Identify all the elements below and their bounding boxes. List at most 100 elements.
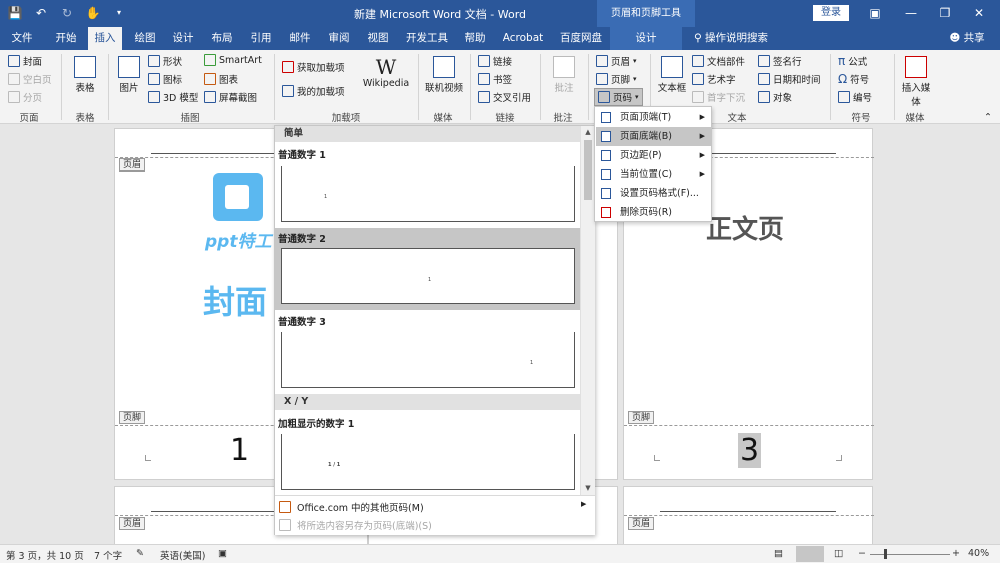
- tell-me-search[interactable]: ⚲ 操作说明搜索: [694, 27, 784, 50]
- tab-hf-design[interactable]: 设计: [610, 27, 682, 50]
- signature-line-button[interactable]: 签名行: [758, 54, 802, 68]
- tab-references[interactable]: 引用: [244, 27, 278, 50]
- word-count-status[interactable]: 7 个字: [94, 548, 122, 562]
- chevron-right-icon: ▶: [581, 500, 587, 508]
- tab-insert[interactable]: 插入: [88, 27, 122, 50]
- gallery-scrollbar[interactable]: ▲ ▼: [580, 126, 595, 495]
- undo-icon[interactable]: ↶: [32, 4, 50, 22]
- tab-file[interactable]: 文件: [4, 27, 40, 50]
- gallery-item-bold-number-1[interactable]: 1 / 1: [281, 434, 575, 490]
- macro-record-icon[interactable]: ▣: [218, 548, 227, 559]
- tab-acrobat[interactable]: Acrobat: [498, 27, 548, 50]
- menu-item-label: 页边距(P): [620, 150, 662, 161]
- tab-mailings[interactable]: 邮件: [283, 27, 317, 50]
- more-page-numbers-office-com[interactable]: Office.com 中的其他页码(M): [279, 500, 424, 514]
- textbox-button[interactable]: 文本框: [654, 56, 690, 94]
- share-button[interactable]: ☻ 共享: [944, 27, 990, 50]
- zoom-out-icon[interactable]: −: [858, 548, 866, 559]
- web-layout-icon[interactable]: ◫: [834, 548, 843, 559]
- comment-button[interactable]: 批注: [546, 56, 582, 94]
- tab-home[interactable]: 开始: [48, 27, 84, 50]
- number-button[interactable]: 编号: [838, 90, 872, 104]
- menu-item-format-page-numbers[interactable]: 设置页码格式(F)...: [596, 184, 711, 203]
- screenshot-icon: [204, 91, 216, 103]
- 3d-model-button[interactable]: 3D 模型: [148, 90, 198, 104]
- save-selection-as-page-number[interactable]: 将所选内容另存为页码(底端)(S): [279, 518, 432, 532]
- gallery-item-plain-number-3[interactable]: 1: [281, 332, 575, 388]
- touch-mode-icon[interactable]: ✋: [84, 4, 102, 22]
- drop-cap-button[interactable]: 首字下沉: [692, 90, 745, 104]
- menu-item-remove-page-numbers[interactable]: 删除页码(R): [596, 203, 711, 222]
- tab-view[interactable]: 视图: [361, 27, 395, 50]
- quick-parts-label: 文档部件: [707, 57, 746, 68]
- group-separator: [108, 54, 109, 120]
- footer-boundary: [624, 425, 874, 426]
- page-next-right[interactable]: 页眉: [623, 486, 874, 544]
- equation-button[interactable]: π 公式: [838, 54, 867, 68]
- gallery-item-name: 加粗显示的数字 1: [278, 419, 355, 430]
- collapse-ribbon-icon[interactable]: ⌃: [984, 112, 992, 123]
- zoom-slider[interactable]: [870, 554, 950, 555]
- tab-baidu[interactable]: 百度网盘: [556, 27, 606, 50]
- print-layout-icon[interactable]: [796, 546, 824, 562]
- cover-page-button[interactable]: 封面: [8, 54, 42, 68]
- header-button[interactable]: 页眉 ▾: [596, 54, 637, 68]
- zoom-in-icon[interactable]: +: [952, 548, 960, 559]
- restore-icon[interactable]: ❐: [930, 3, 960, 23]
- menu-item-page-margins[interactable]: 页边距(P) ▶: [596, 146, 711, 165]
- gallery-item-plain-number-2[interactable]: 1: [281, 248, 575, 304]
- wordart-button[interactable]: 艺术字: [692, 72, 736, 86]
- tab-help[interactable]: 帮助: [457, 27, 493, 50]
- customize-qat-icon[interactable]: ▾: [110, 4, 128, 22]
- online-video-button[interactable]: 联机视频: [423, 56, 465, 94]
- bookmark-button[interactable]: 书签: [478, 72, 512, 86]
- quick-parts-button[interactable]: 文档部件: [692, 54, 745, 68]
- scroll-thumb[interactable]: [584, 140, 592, 200]
- insert-media-button[interactable]: 插入媒体: [898, 56, 934, 108]
- scroll-down-icon[interactable]: ▼: [581, 482, 595, 494]
- tab-layout[interactable]: 布局: [205, 27, 239, 50]
- shapes-button[interactable]: 形状: [148, 54, 182, 68]
- menu-item-bottom-of-page[interactable]: 页面底端(B) ▶: [596, 127, 711, 146]
- link-button[interactable]: 链接: [478, 54, 512, 68]
- blank-page-button[interactable]: 空白页: [8, 72, 52, 86]
- wikipedia-button[interactable]: W Wikipedia: [362, 56, 410, 89]
- page-break-button[interactable]: 分页: [8, 90, 42, 104]
- object-button[interactable]: 对象: [758, 90, 792, 104]
- read-mode-icon[interactable]: ▤: [774, 548, 783, 559]
- proofing-icon[interactable]: ✎: [136, 548, 144, 559]
- date-time-button[interactable]: 日期和时间: [758, 72, 821, 86]
- smartart-button[interactable]: SmartArt: [204, 54, 262, 66]
- chart-button[interactable]: 图表: [204, 72, 238, 86]
- page-number-button[interactable]: 页码 ▾: [594, 88, 643, 106]
- login-button[interactable]: 登录: [813, 5, 849, 21]
- get-addins-button[interactable]: 获取加载项: [282, 60, 345, 74]
- zoom-level[interactable]: 40%: [968, 548, 989, 559]
- footer-button[interactable]: 页脚 ▾: [596, 72, 637, 86]
- tab-review[interactable]: 审阅: [322, 27, 356, 50]
- save-icon[interactable]: 💾: [6, 4, 24, 22]
- tab-draw[interactable]: 绘图: [128, 27, 162, 50]
- menu-item-current-position[interactable]: 当前位置(C) ▶: [596, 165, 711, 184]
- symbol-button[interactable]: Ω 符号: [838, 72, 869, 86]
- page-count-status[interactable]: 第 3 页，共 10 页: [6, 548, 84, 562]
- textbox-icon: [661, 56, 683, 78]
- picture-button[interactable]: 图片: [114, 56, 144, 94]
- table-button[interactable]: 表格: [68, 56, 102, 94]
- close-icon[interactable]: ✕: [964, 3, 994, 23]
- tab-developer[interactable]: 开发工具: [402, 27, 452, 50]
- scroll-up-icon[interactable]: ▲: [581, 126, 595, 138]
- screenshot-button[interactable]: 屏幕截图: [204, 90, 257, 104]
- my-addins-button[interactable]: 我的加载项: [282, 84, 345, 98]
- cross-reference-button[interactable]: 交叉引用: [478, 90, 531, 104]
- gallery-item-plain-number-1[interactable]: 1: [281, 166, 575, 222]
- redo-icon[interactable]: ↻: [58, 4, 76, 22]
- get-addins-label: 获取加载项: [297, 63, 345, 74]
- minimize-icon[interactable]: —: [896, 3, 926, 23]
- ribbon-display-icon[interactable]: ▣: [860, 3, 890, 23]
- tab-design[interactable]: 设计: [166, 27, 200, 50]
- language-status[interactable]: 英语(美国): [160, 548, 205, 562]
- zoom-slider-thumb[interactable]: [884, 549, 887, 559]
- icons-button[interactable]: 图标: [148, 72, 182, 86]
- menu-item-top-of-page[interactable]: 页面顶端(T) ▶: [596, 108, 711, 127]
